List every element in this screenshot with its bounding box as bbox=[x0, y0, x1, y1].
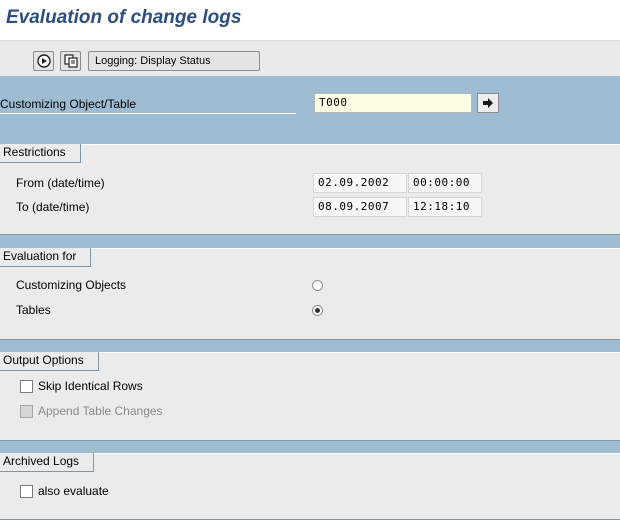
evaluation-for-tab: Evaluation for bbox=[0, 248, 92, 267]
to-time-field[interactable]: 12:18:10 bbox=[408, 197, 482, 217]
copy-button[interactable] bbox=[60, 51, 81, 71]
append-table-changes-label: Append Table Changes bbox=[38, 404, 163, 418]
customizing-object-go-button[interactable] bbox=[477, 93, 499, 113]
tables-label: Tables bbox=[16, 303, 51, 317]
output-options-group: Output Options Skip Identical Rows Appen… bbox=[0, 352, 620, 441]
archived-logs-group: Archived Logs also evaluate bbox=[0, 453, 620, 520]
application-toolbar: Logging: Display Status bbox=[0, 40, 620, 77]
restrictions-tab: Restrictions bbox=[0, 144, 81, 163]
customizing-objects-radio[interactable] bbox=[312, 280, 323, 291]
to-date-field[interactable]: 08.09.2007 bbox=[313, 197, 407, 217]
archived-logs-tab: Archived Logs bbox=[0, 453, 95, 472]
skip-identical-rows-label: Skip Identical Rows bbox=[38, 379, 143, 393]
also-evaluate-label: also evaluate bbox=[38, 484, 109, 498]
tables-radio[interactable] bbox=[312, 305, 323, 316]
output-options-tab: Output Options bbox=[0, 352, 99, 371]
customizing-object-row: Customizing Object/Table T000 bbox=[0, 90, 620, 116]
customizing-object-input[interactable]: T000 bbox=[314, 93, 472, 113]
radio-selected-dot bbox=[315, 308, 320, 313]
work-area: Customizing Object/Table T000 Restrictio… bbox=[0, 76, 620, 520]
logging-display-status-button[interactable]: Logging: Display Status bbox=[88, 51, 260, 71]
page-title: Evaluation of change logs bbox=[6, 7, 242, 28]
to-date-time-label: To (date/time) bbox=[16, 200, 90, 214]
append-table-changes-checkbox[interactable] bbox=[20, 405, 33, 418]
customizing-objects-label: Customizing Objects bbox=[16, 278, 127, 292]
execute-button[interactable] bbox=[33, 51, 54, 71]
customizing-object-label: Customizing Object/Table bbox=[0, 97, 137, 111]
title-bar: Evaluation of change logs bbox=[0, 0, 620, 40]
also-evaluate-checkbox[interactable] bbox=[20, 485, 33, 498]
skip-identical-rows-checkbox[interactable] bbox=[20, 380, 33, 393]
evaluation-for-group: Evaluation for Customizing Objects Table… bbox=[0, 248, 620, 340]
from-date-field[interactable]: 02.09.2002 bbox=[313, 173, 407, 193]
from-date-time-label: From (date/time) bbox=[16, 176, 105, 190]
from-time-field[interactable]: 00:00:00 bbox=[408, 173, 482, 193]
restrictions-group: Restrictions From (date/time) 02.09.2002… bbox=[0, 144, 620, 235]
